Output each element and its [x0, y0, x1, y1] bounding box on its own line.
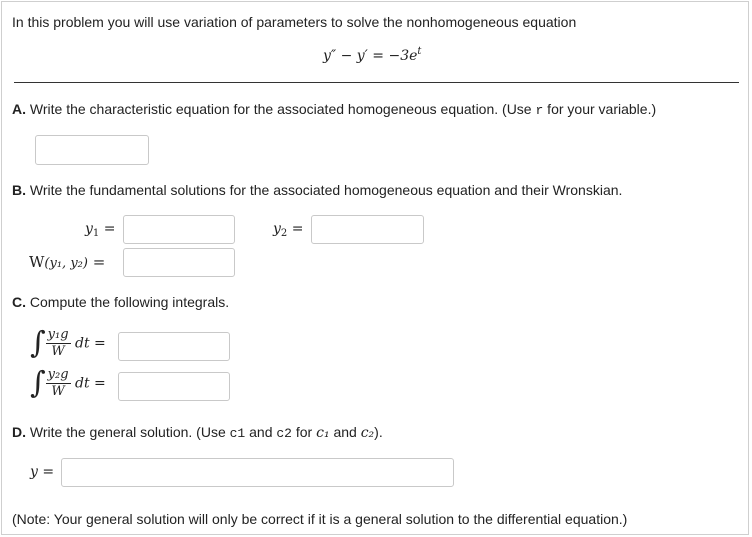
general-solution-y: y: [30, 464, 38, 480]
y1-input[interactable]: [124, 216, 234, 243]
note-text: (Note: Your general solution will only b…: [12, 511, 628, 527]
part-c-text: Compute the following integrals.: [29, 294, 230, 310]
part-d-c1-math: c₁: [316, 425, 330, 441]
integral-1-box[interactable]: [118, 332, 230, 361]
divider: [14, 82, 739, 83]
part-a-prompt: A. Write the characteristic equation for…: [12, 101, 656, 118]
part-a-label: A.: [12, 101, 26, 117]
y2-subscript: 2: [280, 228, 288, 239]
integral-2-expression: ∫ y₂g W dt =: [30, 368, 106, 399]
part-d-text-5: ).: [374, 424, 383, 440]
integral-2-box[interactable]: [118, 372, 230, 401]
part-a-text-before: Write the characteristic equation for th…: [29, 101, 536, 117]
y1-equals: =: [103, 221, 116, 237]
integral-1-numerator: y₁g: [47, 327, 69, 342]
integral-2-equals: =: [94, 375, 106, 392]
integral-1-sign: ∫: [30, 325, 46, 361]
characteristic-equation-box[interactable]: [35, 135, 149, 165]
wronskian-input[interactable]: [124, 249, 234, 276]
part-d-c1-code: c1: [229, 426, 246, 441]
part-d-c2-code: c2: [276, 426, 292, 441]
part-b-prompt: B. Write the fundamental solutions for t…: [12, 182, 622, 198]
y2-label: y2 =: [273, 221, 303, 239]
integral-2-denominator: W: [51, 384, 65, 399]
wronskian-symbol: W: [29, 253, 45, 271]
part-a-text-after: for your variable.): [543, 101, 657, 117]
equation: y″ − y′ = −3et: [323, 46, 421, 64]
integral-1-input[interactable]: [119, 333, 229, 360]
part-d-prompt: D. Write the general solution. (Use c1 a…: [12, 424, 383, 441]
integral-2-sign: ∫: [30, 365, 46, 401]
wronskian-box[interactable]: [123, 248, 235, 277]
y1-label: y1 =: [85, 221, 115, 239]
wronskian-equals: =: [92, 253, 106, 271]
integral-1-equals: =: [94, 335, 106, 352]
equation-exponent: t: [417, 46, 422, 57]
integral-2-dt: dt: [74, 375, 90, 392]
y1-box[interactable]: [123, 215, 235, 244]
wronskian-label: W(y₁, y₂) =: [29, 253, 105, 271]
part-b-text: Write the fundamental solutions for the …: [29, 182, 623, 198]
integral-2-input[interactable]: [119, 373, 229, 400]
integral-1-denominator: W: [51, 344, 65, 359]
part-d-text-4: and: [329, 424, 361, 440]
part-d-text-1: Write the general solution. (Use: [29, 424, 230, 440]
part-d-c2-math: c₂: [360, 425, 375, 441]
general-solution-label: y =: [30, 464, 54, 480]
y1-symbol: y: [85, 221, 93, 237]
y2-equals: =: [291, 221, 304, 237]
problem-panel: In this problem you will use variation o…: [1, 1, 749, 535]
y2-input[interactable]: [312, 216, 423, 243]
part-d-text-2: and: [245, 424, 277, 440]
part-c-prompt: C. Compute the following integrals.: [12, 294, 229, 310]
general-solution-box[interactable]: [61, 458, 454, 487]
characteristic-equation-input[interactable]: [36, 136, 148, 164]
part-d-label: D.: [12, 424, 26, 440]
equation-main: y″ − y′ = −3e: [323, 48, 418, 64]
general-solution-equals: =: [42, 464, 55, 480]
y1-subscript: 1: [92, 228, 100, 239]
wronskian-args: (y₁, y₂): [44, 256, 88, 271]
y2-box[interactable]: [311, 215, 424, 244]
part-c-label: C.: [12, 294, 26, 310]
integral-1-fraction: y₁g W: [45, 327, 71, 359]
integral-2-fraction: y₂g W: [45, 367, 71, 399]
integral-1-dt: dt: [74, 335, 90, 352]
intro-text: In this problem you will use variation o…: [12, 14, 577, 30]
integral-2-numerator: y₂g: [47, 367, 69, 382]
part-b-label: B.: [12, 182, 26, 198]
integral-1-expression: ∫ y₁g W dt =: [30, 328, 106, 359]
part-d-text-3: for: [291, 424, 317, 440]
general-solution-input[interactable]: [62, 459, 453, 486]
y2-symbol: y: [273, 221, 281, 237]
